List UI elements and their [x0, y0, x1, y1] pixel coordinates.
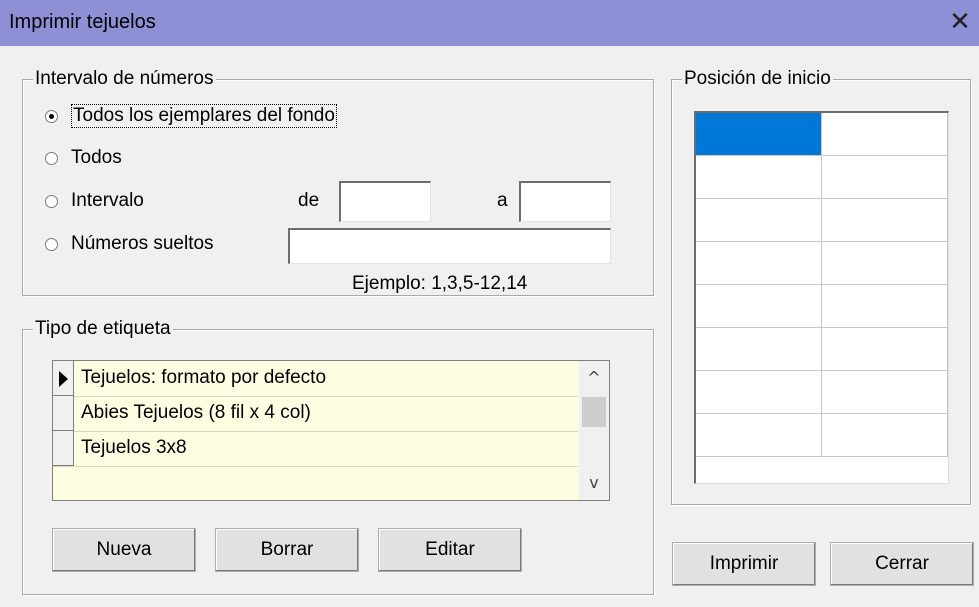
current-row-arrow-icon — [59, 371, 68, 387]
radio-button[interactable] — [45, 194, 58, 208]
radio-label: Todos — [71, 147, 122, 168]
nueva-button[interactable]: Nueva — [52, 528, 196, 572]
position-cell[interactable] — [696, 371, 822, 414]
radio-todos[interactable]: Todos — [45, 147, 122, 169]
a-label: a — [497, 190, 508, 211]
row-header[interactable] — [53, 431, 74, 466]
position-cell[interactable] — [696, 414, 822, 457]
grid-row[interactable]: Tejuelos: formato por defecto — [53, 361, 578, 397]
grid-cell[interactable]: Tejuelos 3x8 — [81, 437, 187, 459]
scroll-down-icon[interactable]: v — [579, 468, 609, 498]
de-label: de — [298, 190, 320, 211]
grid-row[interactable]: Abies Tejuelos (8 fil x 4 col) — [53, 396, 578, 432]
imprimir-button[interactable]: Imprimir — [672, 542, 816, 586]
position-cell[interactable] — [696, 242, 822, 285]
row-header[interactable] — [53, 396, 74, 431]
label-type-grid[interactable]: Tejuelos: formato por defecto Abies Teju… — [52, 360, 610, 501]
position-cell[interactable] — [822, 328, 948, 371]
tipo-legend: Tipo de etiqueta — [33, 318, 173, 340]
close-icon[interactable]: ✕ — [944, 6, 976, 38]
cerrar-button[interactable]: Cerrar — [830, 542, 974, 586]
radio-button[interactable] — [45, 151, 58, 165]
position-cell[interactable] — [822, 199, 948, 242]
example-hint: Ejemplo: 1,3,5-12,14 — [352, 273, 528, 294]
editar-button[interactable]: Editar — [378, 528, 522, 572]
position-cell[interactable] — [696, 285, 822, 328]
radio-label: Todos los ejemplares del fondo — [71, 104, 337, 128]
row-header[interactable] — [53, 361, 74, 396]
scroll-up-icon[interactable]: ^ — [579, 363, 609, 393]
position-cell[interactable] — [696, 113, 822, 156]
position-cell[interactable] — [696, 328, 822, 371]
intervalo-from-input[interactable] — [339, 181, 431, 222]
window-title: Imprimir tejuelos — [9, 11, 156, 33]
position-cell[interactable] — [822, 371, 948, 414]
posicion-legend: Posición de inicio — [682, 68, 833, 90]
position-cell[interactable] — [822, 285, 948, 328]
radio-button-checked[interactable] — [45, 109, 58, 123]
radio-intervalo[interactable]: Intervalo — [45, 190, 144, 212]
vertical-scrollbar[interactable]: ^ v — [579, 361, 609, 500]
position-cell[interactable] — [696, 199, 822, 242]
position-cell[interactable] — [822, 113, 948, 156]
grid-cell[interactable]: Tejuelos: formato por defecto — [81, 367, 326, 389]
radio-numeros-sueltos[interactable]: Números sueltos — [45, 233, 214, 255]
position-cell[interactable] — [822, 156, 948, 199]
position-cell[interactable] — [696, 156, 822, 199]
intervalo-to-input[interactable] — [519, 181, 611, 222]
grid-cell[interactable]: Abies Tejuelos (8 fil x 4 col) — [81, 402, 311, 424]
radio-todos-ejemplares[interactable]: Todos los ejemplares del fondo — [45, 104, 337, 128]
borrar-button[interactable]: Borrar — [215, 528, 359, 572]
numeros-sueltos-input[interactable] — [288, 228, 611, 264]
position-cell[interactable] — [822, 242, 948, 285]
radio-label: Intervalo — [71, 190, 144, 211]
start-position-grid[interactable] — [694, 111, 949, 484]
grid-row[interactable]: Tejuelos 3x8 — [53, 431, 578, 467]
radio-label: Números sueltos — [71, 233, 214, 254]
position-cell[interactable] — [822, 414, 948, 457]
scroll-thumb[interactable] — [582, 397, 606, 427]
radio-button[interactable] — [45, 237, 58, 251]
intervalo-legend: Intervalo de números — [33, 68, 216, 90]
